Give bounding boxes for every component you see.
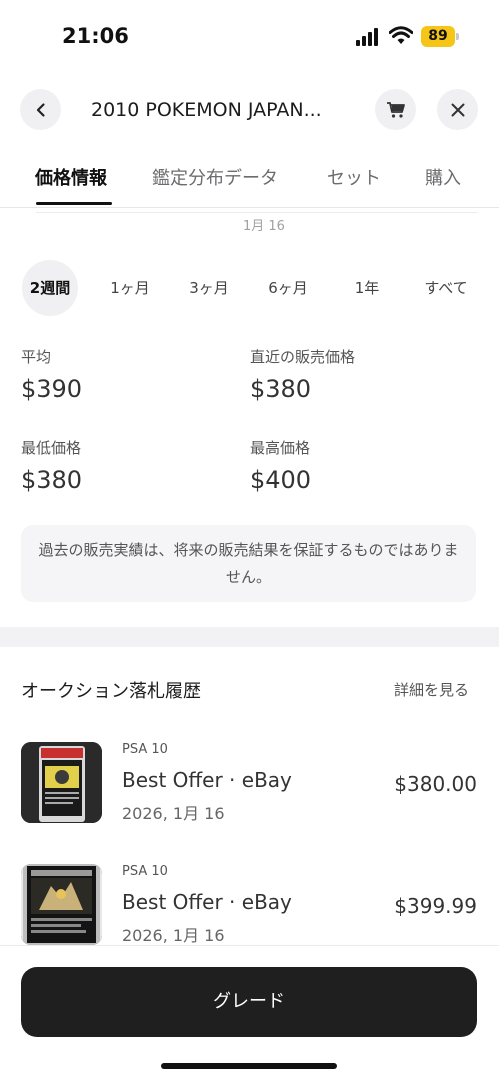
page-title: 2010 POKEMON JAPAN... <box>91 99 322 121</box>
listing-title: Best Offer · eBay <box>122 768 292 792</box>
period-1-year[interactable]: 1年 <box>339 260 395 316</box>
tab-set[interactable]: セット <box>327 164 381 190</box>
status-bar: 21:06 89 <box>0 0 499 72</box>
active-tab-indicator <box>36 202 112 205</box>
period-selector: 2週間 1ヶ月 3ヶ月 6ヶ月 1年 すべて <box>0 260 499 316</box>
auction-history-title: オークション落札履歴 <box>21 681 201 702</box>
grade-label: PSA 10 <box>122 742 168 757</box>
battery-indicator: 89 <box>421 26 455 47</box>
tab-bar: 価格情報 鑑定分布データ セット 購入 <box>0 158 499 208</box>
period-all[interactable]: すべて <box>416 260 476 316</box>
card-thumbnail <box>21 864 102 945</box>
bottom-action-bar: グレード <box>0 945 499 1080</box>
chevron-left-icon <box>36 102 45 117</box>
disclaimer-box: 過去の販売実績は、将来の販売結果を保証するものではありません。 <box>21 525 476 602</box>
average-value: $390 <box>21 375 83 403</box>
highest-price-label: 最高価格 <box>250 439 311 457</box>
recent-price-label: 直近の販売価格 <box>250 348 356 366</box>
section-divider <box>0 627 499 647</box>
view-details-link[interactable]: 詳細を見る <box>394 679 469 700</box>
listing-date: 2026, 1月 16 <box>122 804 225 823</box>
grade-button[interactable]: グレード <box>21 967 477 1037</box>
period-6-months[interactable]: 6ヶ月 <box>260 260 316 316</box>
auction-list: PSA 10 Best Offer · eBay 2026, 1月 16 $38… <box>0 730 499 945</box>
back-button[interactable] <box>20 89 61 130</box>
average-label: 平均 <box>21 348 52 366</box>
listing-title: Best Offer · eBay <box>122 890 292 914</box>
chart-baseline <box>36 212 478 213</box>
period-2-weeks[interactable]: 2週間 <box>22 260 78 316</box>
close-icon <box>451 103 464 116</box>
listing-price: $380.00 <box>394 772 477 796</box>
period-1-month[interactable]: 1ヶ月 <box>102 260 158 316</box>
wifi-icon <box>389 26 413 44</box>
lowest-price-label: 最低価格 <box>21 439 82 457</box>
list-item[interactable]: PSA 10 Best Offer · eBay 2026, 1月 16 $39… <box>0 864 499 945</box>
grade-label: PSA 10 <box>122 864 168 879</box>
cellular-signal-icon <box>356 28 382 46</box>
close-button[interactable] <box>437 89 478 130</box>
tab-price-info[interactable]: 価格情報 <box>35 164 107 190</box>
listing-price: $399.99 <box>394 894 477 918</box>
chart-date-label: 1月 16 <box>243 219 285 234</box>
card-thumbnail <box>21 742 102 823</box>
recent-price-value: $380 <box>250 375 312 403</box>
cart-button[interactable] <box>375 89 416 130</box>
tab-buy[interactable]: 購入 <box>425 164 461 190</box>
period-3-months[interactable]: 3ヶ月 <box>181 260 237 316</box>
listing-date: 2026, 1月 16 <box>122 926 225 945</box>
cart-icon <box>386 101 405 118</box>
list-item[interactable]: PSA 10 Best Offer · eBay 2026, 1月 16 $38… <box>0 742 499 842</box>
status-time: 21:06 <box>62 24 129 48</box>
lowest-price-value: $380 <box>21 466 83 494</box>
battery-cap <box>456 33 459 40</box>
header: 2010 POKEMON JAPAN... <box>0 89 499 133</box>
highest-price-value: $400 <box>250 466 312 494</box>
home-indicator <box>161 1063 337 1069</box>
tab-grade-distribution[interactable]: 鑑定分布データ <box>152 164 278 190</box>
